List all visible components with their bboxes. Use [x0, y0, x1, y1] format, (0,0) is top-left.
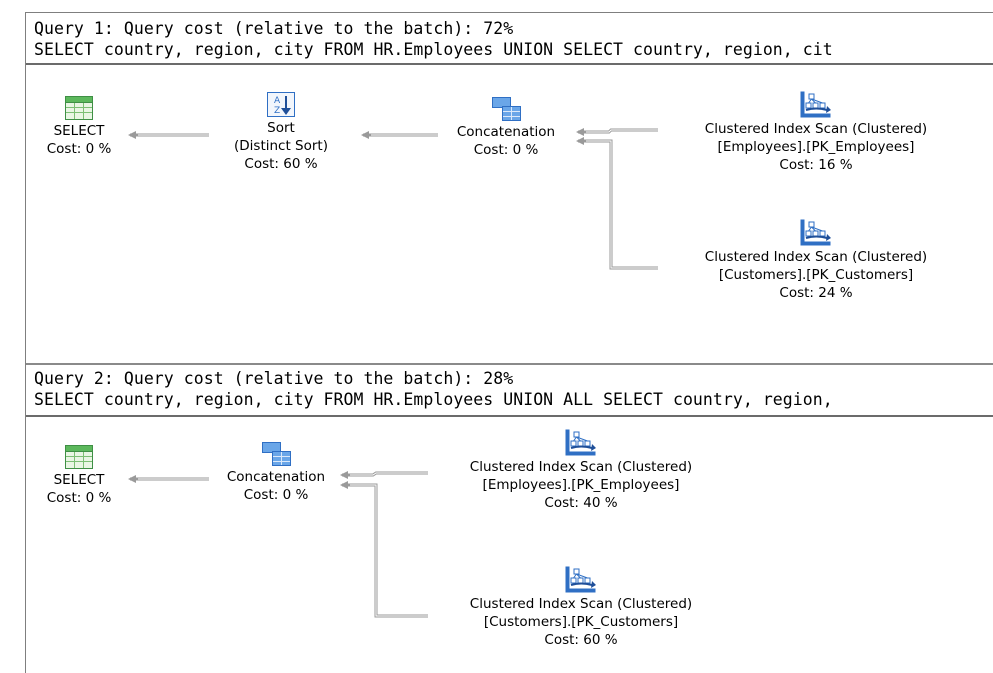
concatenation-icon: [261, 442, 291, 466]
node-label: Clustered Index Scan (Clustered): [469, 596, 693, 612]
select-result-icon: [65, 445, 93, 469]
clustered-index-scan-icon: [565, 429, 597, 456]
node-label: Clustered Index Scan (Clustered): [469, 459, 693, 475]
clustered-index-scan-icon: [565, 566, 597, 593]
query2-employees-scan-node[interactable]: Clustered Index Scan (Clustered) [Employ…: [416, 429, 746, 512]
node-cost: Cost: 60 %: [544, 632, 618, 648]
node-cost: Cost: 0 %: [46, 490, 112, 506]
node-object: [Employees].[PK_Employees]: [482, 477, 680, 493]
node-cost: Cost: 0 %: [243, 487, 309, 503]
execution-plan-pane: Query 1: Query cost (relative to the bat…: [25, 12, 993, 673]
node-cost: Cost: 40 %: [544, 495, 618, 511]
node-label: SELECT: [53, 472, 105, 488]
query2-concatenation-node[interactable]: Concatenation Cost: 0 %: [206, 442, 346, 504]
query2-select-node[interactable]: SELECT Cost: 0 %: [34, 445, 124, 507]
node-object: [Customers].[PK_Customers]: [483, 614, 679, 630]
query2-customers-scan-node[interactable]: Clustered Index Scan (Clustered) [Custom…: [416, 566, 746, 649]
node-label: Concatenation: [226, 469, 326, 485]
